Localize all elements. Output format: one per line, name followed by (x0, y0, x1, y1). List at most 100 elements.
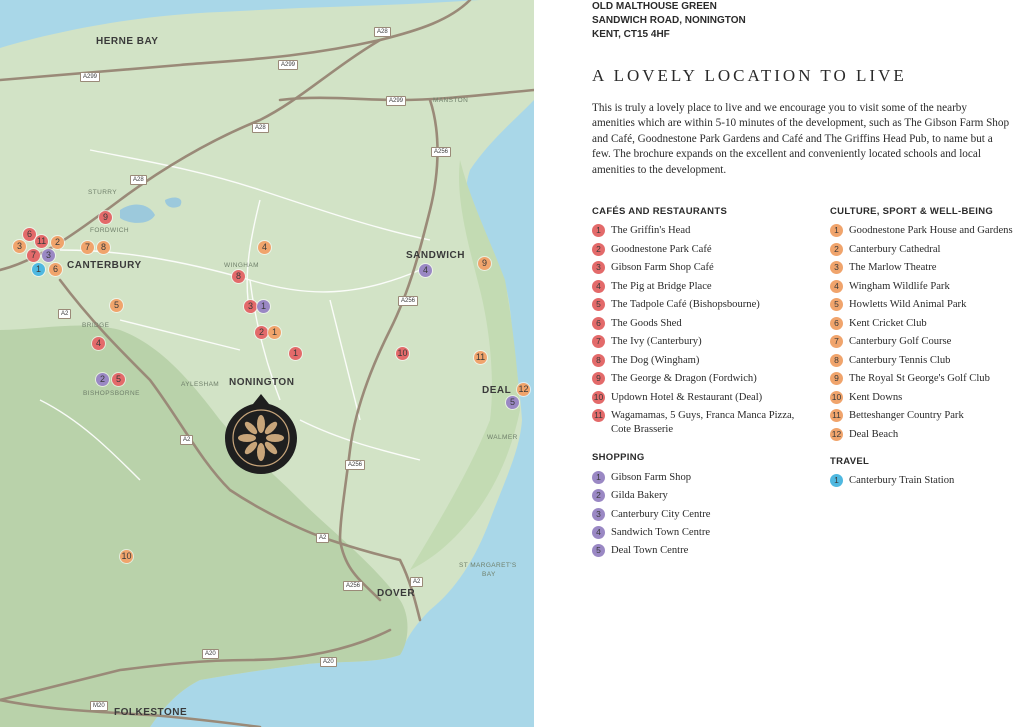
legend-item: 10 Kent Downs (830, 390, 1024, 405)
legend-item: 5 Howletts Wild Animal Park (830, 298, 1024, 312)
legend-item-label: The Dog (Wingham) (611, 354, 700, 366)
road-shield-a20: A20 (320, 657, 337, 667)
legend-item-label: Gibson Farm Shop (611, 472, 692, 483)
village-label-st-margarets: ST MARGARET'S (459, 562, 517, 569)
info-panel: OLD MALTHOUSE GREEN SANDWICH ROAD, NONIN… (534, 0, 1024, 727)
pin-cafe-11[interactable]: 11 (35, 235, 48, 248)
legend-number-badge: 8 (592, 353, 605, 367)
legend-item-label: The Tadpole Café (Bishopsbourne) (611, 299, 760, 310)
legend-number-badge: 12 (830, 427, 843, 441)
pin-cafe-3[interactable]: 3 (244, 300, 257, 313)
road-shield-a256: A256 (398, 296, 419, 306)
legend-item: 4 The Pig at Bridge Place (592, 279, 822, 294)
pin-culture-9[interactable]: 9 (478, 257, 491, 270)
legend-number-badge: 4 (592, 525, 605, 539)
pin-culture-1[interactable]: 1 (268, 326, 281, 339)
legend-number-badge: 2 (830, 242, 843, 256)
road-shield-a20: A20 (202, 649, 219, 659)
pin-cafe-10[interactable]: 10 (396, 347, 409, 360)
address-line-1: OLD MALTHOUSE GREEN (592, 1, 717, 12)
road-shield-a28: A28 (130, 175, 147, 185)
pin-cafe-2[interactable]: 2 (255, 326, 268, 339)
pin-travel-1[interactable]: 1 (32, 263, 45, 276)
legend-item-label: Sandwich Town Centre (611, 526, 711, 538)
legend-number-badge: 6 (830, 316, 843, 330)
pin-cafe-9[interactable]: 9 (99, 211, 112, 224)
pin-culture-5[interactable]: 5 (110, 299, 123, 312)
address-line-3: KENT, CT15 4HF (592, 29, 670, 40)
pin-culture-11[interactable]: 11 (474, 351, 487, 364)
pin-shopping-4[interactable]: 4 (419, 264, 432, 277)
pin-culture-4[interactable]: 4 (258, 241, 271, 254)
category-title-travel: TRAVEL (830, 456, 870, 467)
legend-item: 2 Gilda Bakery (592, 489, 822, 503)
road-shield-m20: M20 (90, 701, 108, 711)
pin-shopping-3[interactable]: 3 (42, 249, 55, 262)
legend-item-label: Kent Downs (849, 391, 903, 403)
road-shield-a28: A28 (374, 27, 391, 37)
legend-item: 11 Wagamamas, 5 Guys, Franca Manca Pizza,… (592, 409, 822, 435)
pin-culture-2[interactable]: 2 (51, 236, 64, 249)
legend-item: 7 The Ivy (Canterbury) (592, 335, 822, 349)
legend-number-badge: 4 (592, 279, 605, 293)
pin-cafe-7[interactable]: 7 (27, 249, 40, 262)
pin-shopping-5[interactable]: 5 (506, 396, 519, 409)
pin-culture-6[interactable]: 6 (49, 263, 62, 276)
pin-culture-12[interactable]: 12 (517, 383, 530, 396)
pin-cafe-1[interactable]: 1 (289, 347, 302, 360)
village-label-aylesham: AYLESHAM (181, 381, 220, 388)
legend-item-label: Wingham Wildlife Park (849, 280, 950, 292)
legend-item: 5 Deal Town Centre (592, 544, 822, 558)
legend-item-label: Canterbury Golf Course (849, 336, 952, 347)
legend-item: 2 Goodnestone Park Café (592, 242, 822, 257)
legend-item-label: Wagamamas, 5 Guys, Franca Manca Pizza, C… (611, 410, 795, 435)
area-map[interactable]: A28 A299 A299 A299 A28 A256 A28 A256 A2 … (0, 0, 534, 727)
legend-number-badge: 10 (830, 390, 843, 404)
development-location-marker[interactable] (225, 394, 297, 480)
legend-item-label: The Marlow Theatre (849, 262, 937, 273)
legend-number-badge: 9 (830, 372, 843, 385)
legend-item: 3 Gibson Farm Shop Café (592, 261, 822, 275)
legend-item-label: Canterbury Train Station (849, 475, 955, 486)
legend-number-badge: 9 (592, 372, 605, 385)
legend-number-badge: 7 (592, 335, 605, 348)
development-address: OLD MALTHOUSE GREEN SANDWICH ROAD, NONIN… (592, 0, 746, 42)
pin-shopping-1[interactable]: 1 (257, 300, 270, 313)
legend-item-label: Canterbury Tennis Club (849, 354, 951, 366)
road-shield-a28: A28 (252, 123, 269, 133)
legend-item: 2 Canterbury Cathedral (830, 242, 1024, 257)
road-shield-a256: A256 (431, 147, 452, 157)
legend-item-label: The Goods Shed (611, 317, 682, 329)
legend-item: 1 Goodnestone Park House and Gardens (830, 224, 1024, 238)
legend-number-badge: 6 (592, 316, 605, 330)
pin-culture-10[interactable]: 10 (120, 550, 133, 563)
road-shield-a2: A2 (316, 533, 330, 543)
pin-cafe-8[interactable]: 8 (232, 270, 245, 283)
pin-culture-3[interactable]: 3 (13, 240, 26, 253)
village-label-fordwich: FORDWICH (90, 227, 129, 234)
category-title-cafes: CAFÉS AND RESTAURANTS (592, 206, 728, 217)
road-shield-a2: A2 (180, 435, 194, 445)
town-label-herne-bay: HERNE BAY (96, 36, 159, 47)
legend-number-badge: 1 (592, 471, 605, 484)
road-shield-a256: A256 (345, 460, 366, 470)
legend-number-badge: 1 (830, 224, 843, 237)
legend-number-badge: 3 (592, 261, 605, 274)
pin-cafe-5[interactable]: 5 (112, 373, 125, 386)
road-shield-a299: A299 (80, 72, 101, 82)
pin-culture-7[interactable]: 7 (81, 241, 94, 254)
pin-culture-8[interactable]: 8 (97, 241, 110, 254)
legend-item: 7 Canterbury Golf Course (830, 335, 1024, 349)
legend-number-badge: 2 (592, 489, 605, 503)
legend-number-badge: 2 (592, 242, 605, 256)
legend-item: 4 Sandwich Town Centre (592, 525, 822, 540)
pin-shopping-2[interactable]: 2 (96, 373, 109, 386)
pin-cafe-6[interactable]: 6 (23, 228, 36, 241)
pin-cafe-4[interactable]: 4 (92, 337, 105, 350)
village-label-sturry: STURRY (88, 189, 118, 196)
legend-item: 6 Kent Cricket Club (830, 316, 1024, 331)
legend-item-label: Betteshanger Country Park (849, 410, 964, 421)
legend-item-label: Canterbury Cathedral (849, 243, 941, 255)
town-label-deal: DEAL (482, 385, 512, 396)
legend-item: 3 Canterbury City Centre (592, 507, 822, 522)
